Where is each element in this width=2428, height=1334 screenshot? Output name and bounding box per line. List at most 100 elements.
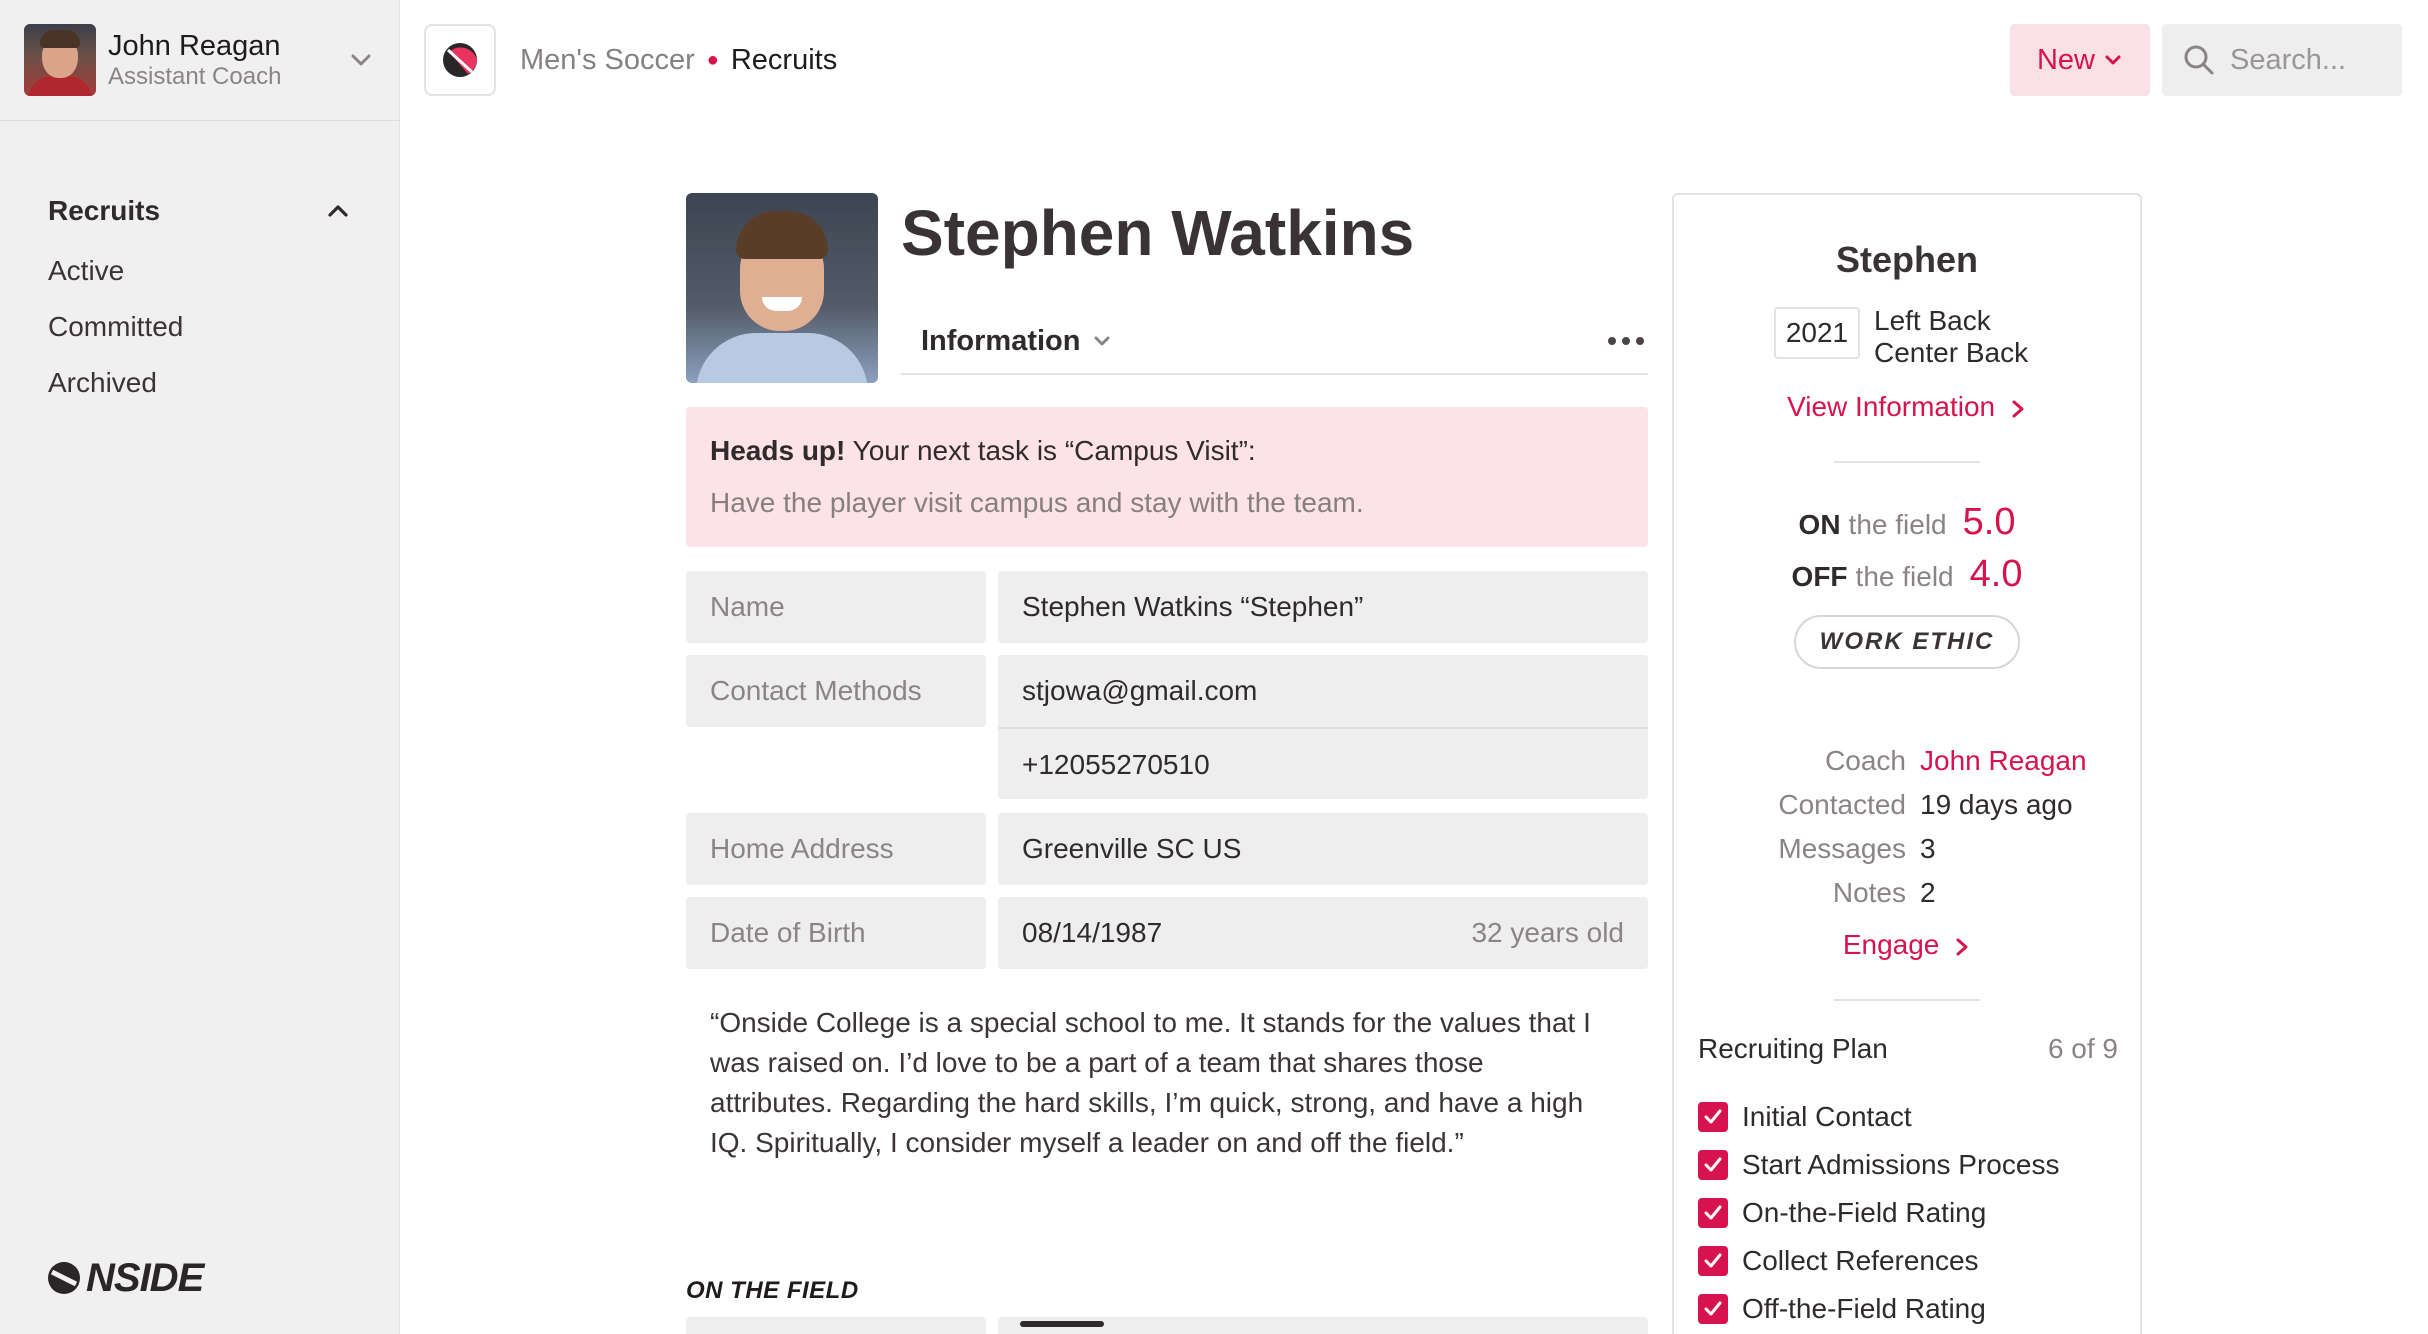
new-button[interactable]: New	[2010, 24, 2150, 96]
recruit-summary-card: Stephen 2021 Left Back Center Back View …	[1672, 193, 2142, 1334]
stat-contacted: Contacted 19 days ago	[1674, 783, 2140, 827]
on-field-label: ON	[1798, 509, 1841, 540]
plan-item-label: On-the-Field Rating	[1742, 1197, 1987, 1228]
on-field-score: 5.0	[1962, 501, 2016, 543]
dob-line: 08/14/1987 32 years old	[998, 897, 1648, 969]
user-info: John Reagan Assistant Coach	[108, 29, 281, 91]
chevron-up-icon[interactable]	[325, 198, 351, 224]
coach-link[interactable]: John Reagan	[1920, 739, 2087, 783]
view-information-link[interactable]: View Information	[1674, 391, 2140, 423]
alert-text: Your next task is “Campus Visit”:	[845, 435, 1256, 466]
nav-section-title: Recruits	[48, 195, 161, 226]
positions: Left Back Center Back	[1874, 305, 2028, 369]
plan-item-label: Collect References	[1742, 1245, 1979, 1276]
age-value: 32 years old	[1471, 917, 1624, 948]
chevron-down-icon[interactable]	[347, 46, 375, 74]
checkbox-checked-icon[interactable]	[1698, 1198, 1728, 1228]
plan-item-references[interactable]: Collect References	[1698, 1237, 2118, 1285]
recruiting-plan-list: Initial Contact Start Admissions Process…	[1698, 1093, 2118, 1333]
user-name: John Reagan	[108, 30, 281, 62]
breadcrumb-separator-icon: ●	[706, 49, 719, 71]
off-field-score: 4.0	[1969, 553, 2023, 595]
alert-title: Heads up!	[710, 435, 846, 466]
position-secondary: Center Back	[1874, 337, 2029, 368]
sidebar: John Reagan Assistant Coach Recruits Act…	[0, 0, 400, 1334]
alert-detail: Have the player visit campus and stay wi…	[710, 487, 1364, 518]
divider	[1834, 461, 1980, 463]
chevron-down-icon	[2105, 55, 2121, 65]
plan-item-initial-contact[interactable]: Initial Contact	[1698, 1093, 2118, 1141]
dob-value: 08/14/1987	[1022, 917, 1163, 948]
plan-item-label: Initial Contact	[1742, 1101, 1912, 1132]
chevron-right-icon	[1956, 938, 1968, 956]
plan-item-off-field-rating[interactable]: Off-the-Field Rating	[1698, 1285, 2118, 1333]
off-field-rating: OFF the field 4.0	[1674, 553, 2140, 596]
logo-mark-icon	[48, 1262, 80, 1294]
field-value-dob[interactable]: 08/14/1987 32 years old	[998, 897, 1648, 969]
checkbox-checked-icon[interactable]	[1698, 1102, 1728, 1132]
name-value: Stephen Watkins “Stephen”	[1022, 591, 1364, 622]
breadcrumb-current: Recruits	[730, 44, 838, 76]
search-icon	[2184, 45, 2214, 75]
address-value: Greenville SC US	[1022, 833, 1242, 864]
field-row-partial	[686, 1317, 1648, 1334]
field-value-address[interactable]: Greenville SC US	[998, 813, 1648, 885]
stat-coach-key: Coach	[1825, 745, 1906, 776]
plan-item-label: Off-the-Field Rating	[1742, 1293, 1986, 1324]
contact-stats: Coach John Reagan Contacted 19 days ago …	[1674, 739, 2140, 915]
position-primary: Left Back	[1874, 305, 1991, 336]
sidebar-item-active[interactable]: Active	[48, 243, 351, 299]
on-field-rating: ON the field 5.0	[1674, 501, 2140, 544]
app-icon-button[interactable]	[424, 24, 496, 96]
nav-section-header[interactable]: Recruits	[48, 191, 351, 231]
checkbox-checked-icon[interactable]	[1698, 1294, 1728, 1324]
stat-messages-key: Messages	[1778, 833, 1906, 864]
stat-notes-key: Notes	[1832, 877, 1906, 908]
off-field-label: OFF	[1791, 561, 1848, 592]
search-box[interactable]	[2162, 24, 2402, 96]
engage-link[interactable]: Engage	[1674, 929, 2140, 961]
stat-messages: Messages 3	[1674, 827, 2140, 871]
user-role: Assistant Coach	[108, 63, 282, 90]
field-value-name[interactable]: Stephen Watkins “Stephen”	[998, 571, 1648, 643]
search-input[interactable]	[2230, 43, 2400, 77]
field-label-contact: Contact Methods	[686, 655, 986, 727]
more-horizontal-icon[interactable]	[1608, 337, 1648, 345]
divider	[1834, 999, 1980, 1001]
avatar	[24, 24, 96, 96]
on-field-suffix: the field	[1848, 509, 1947, 540]
onside-logo: NSIDE	[46, 1256, 204, 1300]
top-bar: Men's Soccer ● Recruits New	[400, 0, 2428, 121]
checkbox-checked-icon[interactable]	[1698, 1150, 1728, 1180]
breadcrumb: Men's Soccer ● Recruits	[520, 0, 837, 121]
stat-coach: Coach John Reagan	[1674, 739, 2140, 783]
new-button-label: New	[2036, 43, 2095, 76]
sidebar-item-committed[interactable]: Committed	[48, 299, 351, 355]
task-alert: Heads up! Your next task is “Campus Visi…	[686, 407, 1648, 547]
email-value[interactable]: stjowa@gmail.com	[998, 655, 1648, 727]
engage-label: Engage	[1842, 929, 1940, 960]
class-year-badge: 2021	[1774, 307, 1860, 359]
recruit-quote: “Onside College is a special school to m…	[710, 1007, 1591, 1158]
chevron-right-icon	[2012, 400, 2024, 418]
phone-value[interactable]: +12055270510	[998, 727, 1648, 799]
stat-notes-value: 2	[1920, 877, 1936, 908]
stat-contacted-key: Contacted	[1778, 789, 1906, 820]
profile-tab-bar: Information	[901, 309, 1648, 375]
stat-messages-value: 3	[1920, 833, 1936, 864]
stat-contacted-value: 19 days ago	[1920, 789, 2073, 820]
field-value-contact[interactable]: stjowa@gmail.com +12055270510	[998, 655, 1648, 799]
plan-item-on-field-rating[interactable]: On-the-Field Rating	[1698, 1189, 2118, 1237]
field-label-dob: Date of Birth	[686, 897, 986, 969]
tab-information[interactable]: Information	[921, 325, 1113, 358]
sidebar-item-archived[interactable]: Archived	[48, 355, 351, 411]
work-ethic-tag[interactable]: WORK ETHIC	[1794, 615, 2020, 669]
stat-notes: Notes 2	[1674, 871, 2140, 915]
sidebar-nav: Recruits Active Committed Archived	[0, 121, 399, 411]
tab-information-label: Information	[921, 324, 1081, 357]
plan-item-admissions[interactable]: Start Admissions Process	[1698, 1141, 2118, 1189]
checkbox-checked-icon[interactable]	[1698, 1246, 1728, 1276]
user-menu[interactable]: John Reagan Assistant Coach	[0, 0, 399, 121]
recruiting-plan-progress: 6 of 9	[2047, 1033, 2118, 1064]
breadcrumb-parent[interactable]: Men's Soccer	[520, 44, 695, 77]
